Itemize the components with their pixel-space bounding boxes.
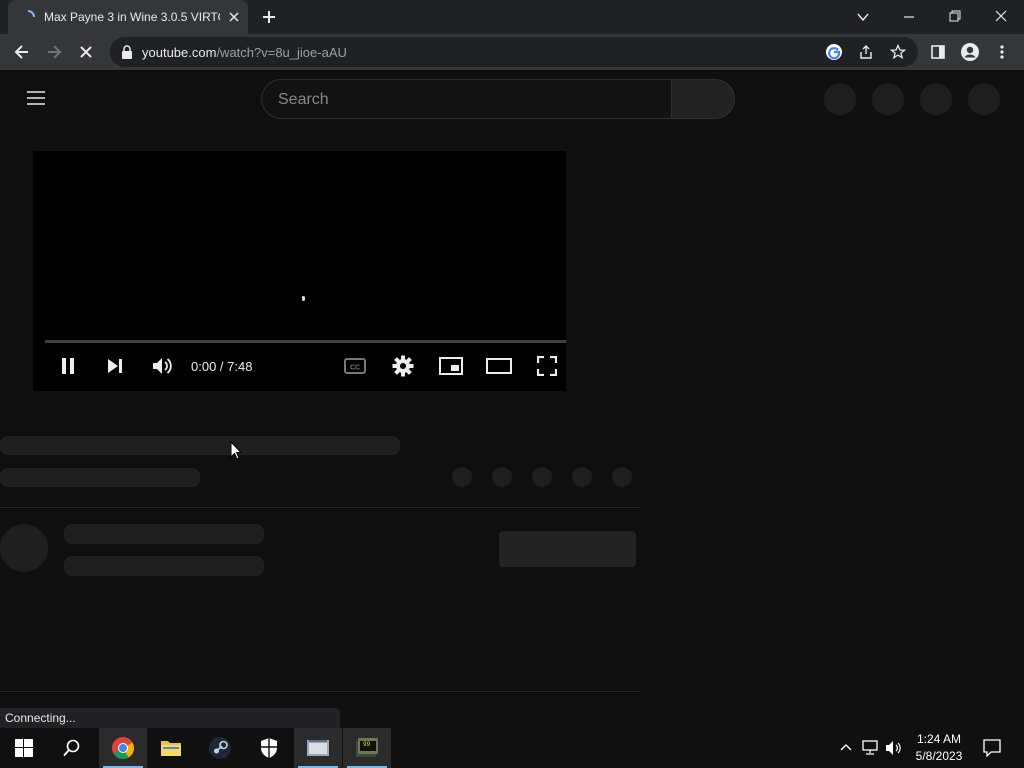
mouse-cursor-icon bbox=[230, 441, 242, 460]
action-skeleton bbox=[492, 467, 512, 487]
restore-icon[interactable] bbox=[948, 9, 962, 23]
search-input[interactable] bbox=[278, 89, 648, 111]
tab-search-chevron-icon[interactable] bbox=[856, 10, 870, 24]
url-path: /watch?v=8u_jioe-aAU bbox=[216, 45, 347, 60]
header-button-placeholder[interactable] bbox=[824, 83, 856, 115]
notifications-icon[interactable] bbox=[983, 739, 1001, 757]
new-tab-icon[interactable] bbox=[261, 9, 277, 25]
channel-meta-skeleton bbox=[64, 556, 264, 576]
theater-mode-icon[interactable] bbox=[485, 353, 513, 379]
title-skeleton bbox=[0, 436, 400, 455]
browser-tab-strip: Max Payne 3 in Wine 3.0.5 VIRTO bbox=[0, 0, 1024, 34]
divider bbox=[0, 691, 640, 692]
clock-date: 5/8/2023 bbox=[915, 749, 963, 763]
time-display: 0:00 / 7:48 bbox=[191, 359, 253, 374]
svg-text:CC: CC bbox=[350, 365, 360, 372]
side-panel-icon[interactable] bbox=[925, 39, 951, 65]
url-host: youtube.com bbox=[142, 45, 217, 60]
more-menu-icon[interactable] bbox=[989, 39, 1015, 65]
channel-avatar-skeleton bbox=[0, 524, 48, 572]
svg-text:99: 99 bbox=[363, 741, 371, 748]
network-icon[interactable] bbox=[862, 740, 880, 756]
system-clock[interactable]: 1:24 AM 5/8/2023 bbox=[904, 731, 974, 765]
pause-icon[interactable] bbox=[54, 353, 82, 379]
loading-indicator bbox=[302, 296, 305, 301]
chevron-up-icon[interactable] bbox=[839, 741, 853, 753]
settings-gear-icon[interactable] bbox=[389, 353, 417, 379]
search-button[interactable] bbox=[671, 79, 735, 119]
windows-start-icon[interactable] bbox=[0, 728, 48, 768]
chrome-taskbar-icon[interactable] bbox=[99, 728, 147, 768]
captions-icon[interactable]: CC bbox=[341, 353, 369, 379]
browser-toolbar: youtube.com/watch?v=8u_jioe-aAU bbox=[0, 34, 1024, 70]
stop-loading-icon[interactable] bbox=[73, 39, 99, 65]
volume-icon[interactable] bbox=[148, 353, 176, 379]
status-text: Connecting... bbox=[5, 711, 76, 725]
divider bbox=[0, 507, 640, 508]
star-icon[interactable] bbox=[890, 44, 906, 60]
url-text[interactable]: youtube.com/watch?v=8u_jioe-aAU bbox=[142, 45, 347, 60]
lock-icon[interactable] bbox=[121, 45, 133, 59]
clock-time: 1:24 AM bbox=[916, 732, 962, 746]
subscribe-button-skeleton bbox=[499, 531, 636, 567]
windows-taskbar: 99 1:24 AM 5/8/2023 bbox=[0, 728, 1024, 768]
action-skeleton bbox=[572, 467, 592, 487]
status-bubble: Connecting... bbox=[0, 708, 340, 728]
miniplayer-icon[interactable] bbox=[437, 353, 465, 379]
forward-arrow-icon[interactable] bbox=[41, 39, 67, 65]
next-icon[interactable] bbox=[101, 353, 129, 379]
channel-name-skeleton bbox=[64, 524, 264, 544]
window-close-icon[interactable] bbox=[994, 9, 1008, 23]
speaker-icon[interactable] bbox=[885, 740, 903, 756]
terminal-app-icon[interactable]: 99 bbox=[343, 728, 391, 768]
minimize-icon[interactable] bbox=[902, 10, 916, 24]
profile-icon[interactable] bbox=[957, 39, 983, 65]
back-arrow-icon[interactable] bbox=[9, 39, 35, 65]
action-skeleton bbox=[612, 467, 632, 487]
youtube-header bbox=[0, 70, 1024, 126]
close-icon[interactable] bbox=[226, 9, 242, 25]
google-lens-icon[interactable] bbox=[825, 43, 843, 61]
hamburger-menu-icon[interactable] bbox=[26, 90, 46, 106]
search-icon[interactable] bbox=[48, 728, 96, 768]
share-icon[interactable] bbox=[858, 44, 874, 60]
progress-bar[interactable] bbox=[45, 340, 566, 343]
header-button-placeholder[interactable] bbox=[920, 83, 952, 115]
header-avatar-placeholder[interactable] bbox=[968, 83, 1000, 115]
video-player[interactable]: 0:00 / 7:48 CC bbox=[33, 151, 566, 391]
address-bar[interactable]: youtube.com/watch?v=8u_jioe-aAU bbox=[110, 37, 918, 67]
search-box[interactable] bbox=[261, 79, 671, 119]
tab-title: Max Payne 3 in Wine 3.0.5 VIRTO bbox=[44, 10, 220, 24]
browser-tab[interactable]: Max Payne 3 in Wine 3.0.5 VIRTO bbox=[8, 0, 248, 34]
action-skeleton bbox=[532, 467, 552, 487]
header-button-placeholder[interactable] bbox=[872, 83, 904, 115]
steam-icon[interactable] bbox=[196, 728, 244, 768]
action-skeleton bbox=[452, 467, 472, 487]
app-window-icon[interactable] bbox=[294, 728, 342, 768]
subtitle-skeleton bbox=[0, 468, 200, 487]
fullscreen-icon[interactable] bbox=[533, 353, 561, 379]
loading-spinner-icon bbox=[20, 9, 36, 25]
file-explorer-icon[interactable] bbox=[147, 728, 195, 768]
windows-security-icon[interactable] bbox=[245, 728, 293, 768]
